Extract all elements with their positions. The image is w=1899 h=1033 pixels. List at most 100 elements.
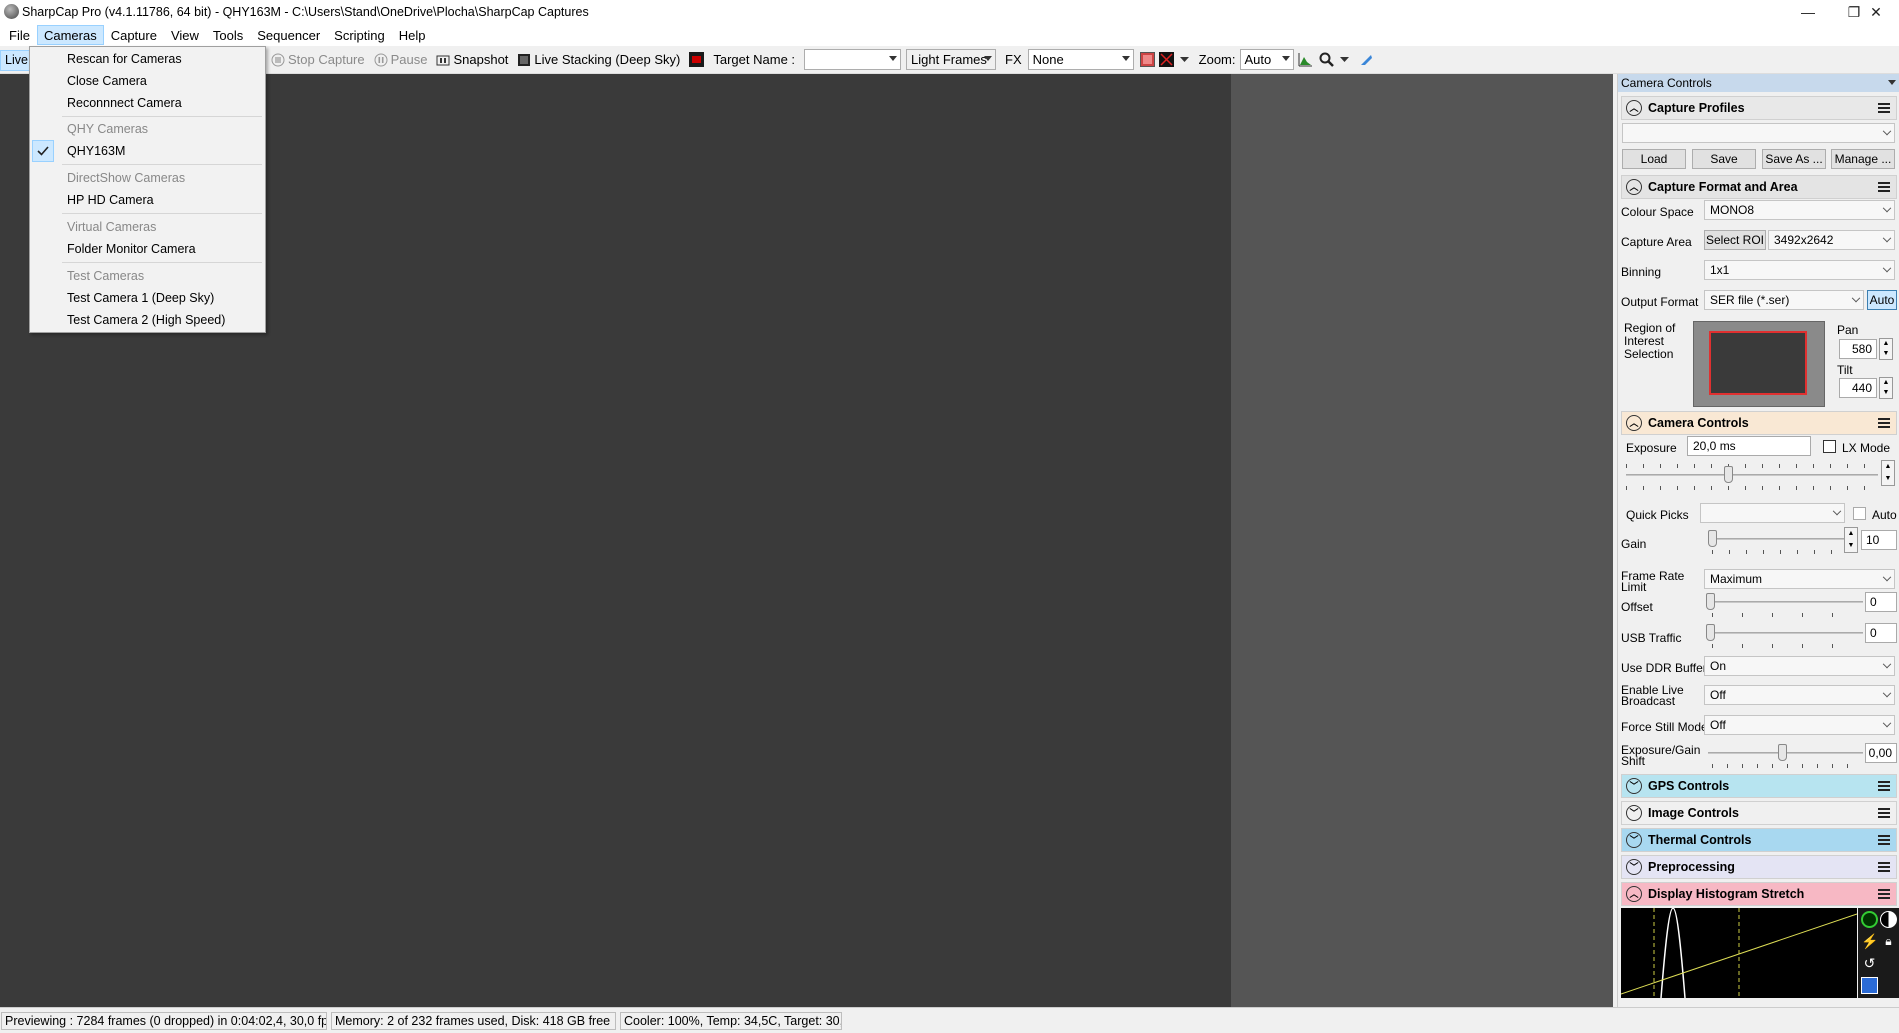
- pan-spinner[interactable]: ▲ ▼: [1879, 338, 1893, 360]
- select-roi-button[interactable]: Select ROI: [1704, 230, 1766, 250]
- lx-mode-checkbox[interactable]: [1823, 440, 1836, 453]
- focus-tool-icon[interactable]: [1359, 52, 1374, 67]
- exposure-spinner[interactable]: ▲ ▼: [1881, 460, 1895, 486]
- exposure-slider-track[interactable]: [1626, 474, 1878, 476]
- zoom-combo[interactable]: Auto: [1239, 49, 1294, 70]
- preprocessing-header[interactable]: ﹀ Preprocessing: [1621, 855, 1897, 879]
- histogram-display[interactable]: [1621, 908, 1857, 998]
- stop-capture-button[interactable]: Stop Capture: [271, 52, 365, 67]
- live-stacking-button[interactable]: Live Stacking (Deep Sky): [517, 52, 680, 67]
- ddr-buffer-select[interactable]: On: [1704, 656, 1895, 676]
- capture-area-select[interactable]: 3492x2642: [1768, 230, 1895, 250]
- close-camera-item[interactable]: Close Camera: [30, 70, 265, 92]
- save-profile-button[interactable]: Save: [1692, 149, 1756, 169]
- hamburger-menu-icon[interactable]: [1878, 781, 1890, 791]
- histogram-icon[interactable]: [1298, 52, 1313, 67]
- panel-dropdown-icon[interactable]: [1888, 80, 1896, 85]
- menu-scripting[interactable]: Scripting: [327, 25, 392, 45]
- roi-preview[interactable]: [1693, 321, 1825, 407]
- expand-icon[interactable]: ﹀: [1626, 859, 1642, 875]
- gain-spinner[interactable]: ▲ ▼: [1844, 527, 1858, 553]
- force-still-select[interactable]: Off: [1704, 715, 1895, 735]
- quick-picks-select[interactable]: [1700, 503, 1845, 523]
- exposure-input[interactable]: 20,0 ms: [1687, 436, 1811, 456]
- rescan-cameras-item[interactable]: Rescan for Cameras: [30, 48, 265, 70]
- gain-slider-track[interactable]: [1708, 538, 1844, 540]
- hamburger-menu-icon[interactable]: [1878, 889, 1890, 899]
- capture-profiles-header[interactable]: ︿ Capture Profiles: [1621, 96, 1897, 120]
- collapse-icon[interactable]: ︿: [1626, 179, 1642, 195]
- expand-icon[interactable]: ﹀: [1626, 805, 1642, 821]
- gain-input[interactable]: 10: [1861, 530, 1897, 550]
- camera-controls-header[interactable]: ︿ Camera Controls: [1621, 411, 1897, 435]
- target-name-combo[interactable]: [804, 49, 902, 70]
- power-icon[interactable]: [1861, 911, 1878, 928]
- quick-picks-auto-checkbox[interactable]: [1853, 507, 1866, 520]
- close-button[interactable]: ✕: [1853, 0, 1899, 24]
- contrast-icon[interactable]: [1880, 911, 1897, 928]
- down-arrow-icon[interactable]: ▼: [1880, 388, 1892, 398]
- hamburger-menu-icon[interactable]: [1878, 808, 1890, 818]
- zoom-dropdown-icon[interactable]: [1339, 56, 1349, 63]
- up-arrow-icon[interactable]: ▲: [1880, 378, 1892, 388]
- menu-help[interactable]: Help: [392, 25, 433, 45]
- minimize-button[interactable]: —: [1785, 0, 1831, 24]
- output-format-select[interactable]: SER file (*.ser): [1704, 290, 1864, 310]
- thermal-controls-header[interactable]: ﹀ Thermal Controls: [1621, 828, 1897, 852]
- pause-button[interactable]: Pause: [374, 52, 427, 67]
- collapse-icon[interactable]: ︿: [1626, 415, 1642, 431]
- reset-icon[interactable]: ↺: [1861, 955, 1878, 972]
- reconnect-camera-item[interactable]: Reconnnect Camera: [30, 92, 265, 114]
- histogram-stretch-header[interactable]: ︿ Display Histogram Stretch: [1621, 882, 1897, 906]
- menu-sequencer[interactable]: Sequencer: [250, 25, 327, 45]
- hamburger-menu-icon[interactable]: [1878, 182, 1890, 192]
- hamburger-menu-icon[interactable]: [1878, 418, 1890, 428]
- camera-item-folder-monitor[interactable]: Folder Monitor Camera: [30, 238, 265, 260]
- fx-combo[interactable]: None: [1027, 49, 1134, 70]
- collapse-icon[interactable]: ︿: [1626, 886, 1642, 902]
- frame-rate-select[interactable]: Maximum: [1704, 569, 1895, 589]
- menu-file[interactable]: File: [2, 25, 37, 45]
- save-icon[interactable]: [1861, 977, 1878, 994]
- up-arrow-icon[interactable]: ▲: [1880, 339, 1892, 349]
- exposure-gain-shift-thumb[interactable]: [1778, 744, 1787, 761]
- usb-traffic-slider-track[interactable]: [1708, 632, 1863, 634]
- up-arrow-icon[interactable]: ▲: [1845, 528, 1857, 540]
- camera-item-test-high-speed[interactable]: Test Camera 2 (High Speed): [30, 309, 265, 331]
- camera-item-test-deep-sky[interactable]: Test Camera 1 (Deep Sky): [30, 287, 265, 309]
- snapshot-button[interactable]: Snapshot: [436, 52, 508, 67]
- expand-icon[interactable]: ﹀: [1626, 832, 1642, 848]
- exposure-gain-shift-input[interactable]: 0,00: [1865, 743, 1897, 763]
- usb-traffic-input[interactable]: 0: [1865, 623, 1897, 643]
- expand-icon[interactable]: ﹀: [1626, 778, 1642, 794]
- tilt-input[interactable]: 440: [1839, 378, 1877, 398]
- load-profile-button[interactable]: Load: [1622, 149, 1686, 169]
- down-arrow-icon[interactable]: ▼: [1845, 540, 1857, 552]
- frame-type-combo[interactable]: Light Frames: [906, 49, 997, 70]
- gain-slider-thumb[interactable]: [1708, 530, 1717, 547]
- up-arrow-icon[interactable]: ▲: [1882, 461, 1894, 473]
- menu-capture[interactable]: Capture: [104, 25, 164, 45]
- colour-space-select[interactable]: MONO8: [1704, 200, 1895, 220]
- menu-cameras[interactable]: Cameras: [36, 25, 104, 45]
- usb-traffic-slider-thumb[interactable]: [1706, 624, 1715, 641]
- live-button[interactable]: Live: [0, 50, 30, 71]
- annotate-icon[interactable]: [1139, 52, 1155, 67]
- hamburger-menu-icon[interactable]: [1878, 862, 1890, 872]
- camera-item-hp-hd[interactable]: HP HD Camera: [30, 189, 265, 211]
- roi-rectangle[interactable]: [1709, 331, 1807, 395]
- collapse-icon[interactable]: ︿: [1626, 100, 1642, 116]
- down-arrow-icon[interactable]: ▼: [1882, 473, 1894, 485]
- hamburger-menu-icon[interactable]: [1878, 103, 1890, 113]
- hamburger-menu-icon[interactable]: [1878, 835, 1890, 845]
- offset-slider-thumb[interactable]: [1706, 593, 1715, 610]
- overlay-dropdown-icon[interactable]: [1179, 56, 1189, 63]
- auto-output-button[interactable]: Auto: [1867, 290, 1897, 310]
- live-broadcast-select[interactable]: Off: [1704, 685, 1895, 705]
- menu-view[interactable]: View: [164, 25, 206, 45]
- exposure-slider-thumb[interactable]: [1724, 466, 1733, 483]
- capture-profile-select[interactable]: [1622, 123, 1895, 143]
- down-arrow-icon[interactable]: ▼: [1880, 349, 1892, 359]
- offset-input[interactable]: 0: [1865, 592, 1897, 612]
- lightning-icon[interactable]: ⚡: [1861, 933, 1878, 950]
